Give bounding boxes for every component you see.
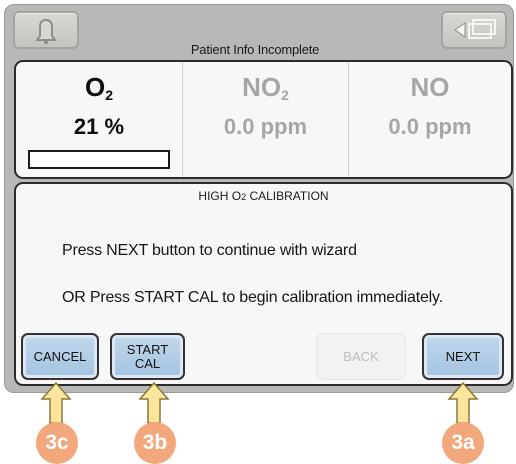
gas-cell-o2[interactable]: O2 21 % (16, 62, 182, 177)
screen-switch-button[interactable] (441, 11, 507, 49)
calibration-wizard-panel: HIGH O2 CALIBRATION Press NEXT button to… (14, 182, 513, 386)
up-arrow-icon (138, 381, 170, 424)
next-button[interactable]: NEXT (422, 333, 504, 380)
wizard-instruction-start-cal: OR Press START CAL to begin calibration … (62, 289, 443, 306)
gas-cell-no2[interactable]: NO2 0.0 ppm (182, 62, 348, 177)
gas-value: 21 % (73, 114, 125, 139)
back-button[interactable]: BACK (316, 333, 406, 380)
device-screen: Patient Info Incomplete O2 21 % NO2 0.0 … (4, 4, 514, 393)
start-cal-label-line1: START (126, 341, 169, 357)
wizard-instruction-next: Press NEXT button to continue with wizar… (62, 242, 357, 259)
up-arrow-icon (447, 381, 479, 424)
gas-cell-no[interactable]: NO 0.0 ppm (348, 62, 511, 177)
wizard-title: HIGH O2 CALIBRATION (198, 189, 329, 203)
cancel-button[interactable]: CANCEL (21, 333, 99, 380)
gas-value: 0.0 ppm (388, 114, 472, 139)
alarm-button[interactable] (13, 11, 79, 49)
status-title: Patient Info Incomplete (190, 42, 320, 57)
gas-name: NO2 (242, 72, 289, 103)
gas-name: NO (410, 72, 450, 102)
gas-readings-panel: O2 21 % NO2 0.0 ppm NO 0.0 ppm (14, 60, 513, 179)
up-arrow-icon (40, 381, 72, 424)
gas-value: 0.0 ppm (223, 114, 308, 139)
start-cal-label-line2: CAL (134, 355, 161, 371)
screen-switch-icon (454, 19, 496, 39)
step-badge-3c: 3c (36, 422, 78, 464)
o2-level-bar (28, 150, 170, 169)
gas-name: O2 (84, 72, 114, 103)
step-badge-3a: 3a (442, 422, 484, 464)
start-cal-button[interactable]: START CAL (110, 333, 185, 380)
step-badge-3b: 3b (134, 422, 176, 464)
bell-icon (35, 18, 57, 44)
